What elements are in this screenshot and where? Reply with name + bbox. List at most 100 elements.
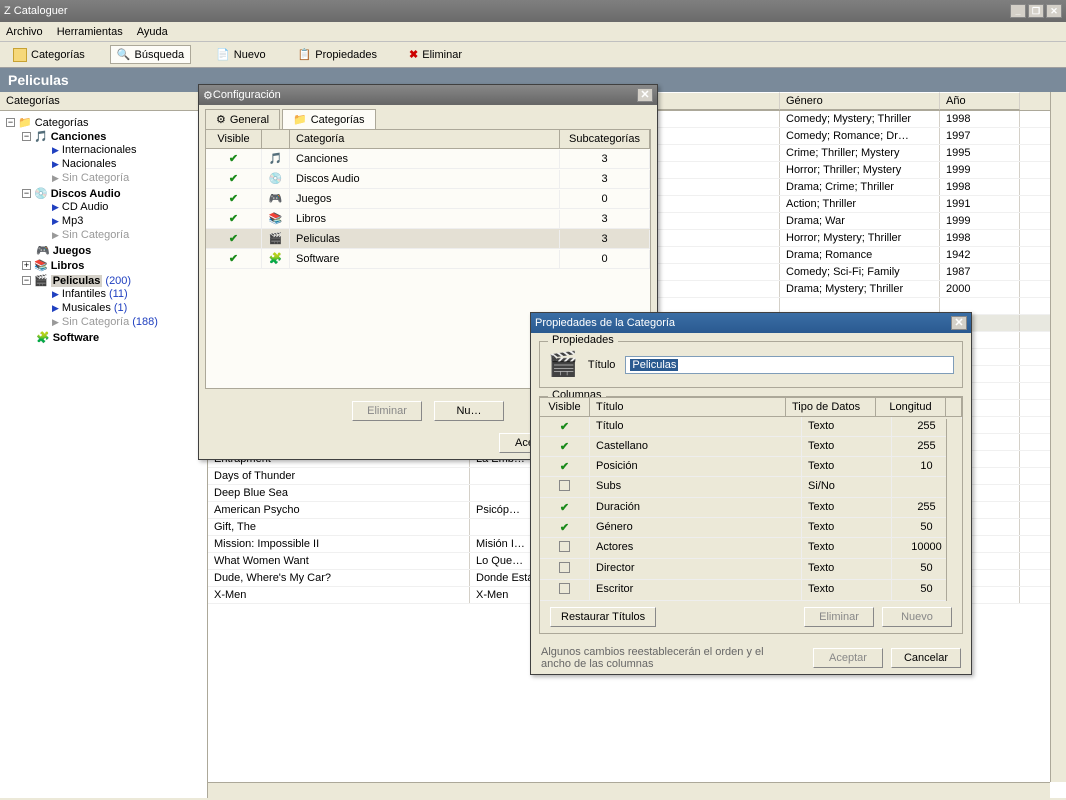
cfg-col-subcategorias[interactable]: Subcategorías bbox=[560, 130, 650, 149]
checkbox-icon[interactable]: ✔ bbox=[229, 213, 238, 225]
column-row[interactable]: SubsSi/No bbox=[540, 477, 962, 498]
cfg-col-categoria[interactable]: Categoría bbox=[290, 130, 560, 149]
col-ano[interactable]: Año bbox=[940, 92, 1020, 110]
checkbox-icon[interactable]: ✔ bbox=[229, 173, 238, 185]
tree-item[interactable]: Sin Categoría bbox=[62, 172, 129, 184]
config-eliminar-button[interactable]: Eliminar bbox=[352, 401, 422, 421]
props-icon: 📋 bbox=[298, 48, 312, 61]
config-dialog-title: Configuración bbox=[213, 89, 637, 101]
config-close-button[interactable]: ✕ bbox=[637, 88, 653, 102]
checkbox-icon[interactable]: ✔ bbox=[229, 253, 238, 265]
menu-ayuda[interactable]: Ayuda bbox=[137, 26, 168, 38]
game-icon: 🎮 bbox=[36, 244, 50, 257]
tree-expander[interactable]: − bbox=[22, 132, 31, 141]
checkbox-icon[interactable] bbox=[559, 562, 570, 573]
tree-expander[interactable]: − bbox=[22, 189, 31, 198]
checkbox-icon[interactable]: ✔ bbox=[560, 522, 569, 534]
checkbox-icon[interactable] bbox=[559, 541, 570, 552]
scrollbar-vertical[interactable] bbox=[1050, 92, 1066, 782]
delete-icon: ✖ bbox=[409, 48, 418, 61]
tree-item[interactable]: CD Audio bbox=[62, 201, 108, 213]
tree-item[interactable]: Musicales bbox=[62, 302, 111, 314]
col-longitud[interactable]: Longitud bbox=[876, 397, 946, 417]
category-tree[interactable]: −📁Categorías −🎵Canciones ▶Internacionale… bbox=[0, 111, 207, 350]
gear-icon: ⚙ bbox=[216, 113, 226, 126]
checkbox-icon[interactable] bbox=[559, 583, 570, 594]
column-row[interactable]: ✔TítuloTexto255 bbox=[540, 417, 962, 437]
tool-eliminar[interactable]: ✖Eliminar bbox=[402, 45, 469, 64]
tree-item[interactable]: Infantiles bbox=[62, 288, 106, 300]
app-icon: 🧩 bbox=[269, 253, 283, 265]
minimize-button[interactable]: _ bbox=[1010, 4, 1026, 18]
column-row[interactable]: DirectorTexto50 bbox=[540, 559, 962, 580]
col-nuevo-button[interactable]: Nuevo bbox=[882, 607, 952, 627]
checkbox-icon[interactable]: ✔ bbox=[229, 193, 238, 205]
tree-item-libros[interactable]: Libros bbox=[51, 260, 85, 272]
tree-item-software[interactable]: Software bbox=[53, 332, 99, 344]
tree-item[interactable]: Nacionales bbox=[62, 158, 116, 170]
tree-item[interactable]: Internacionales bbox=[62, 144, 137, 156]
menu-herramientas[interactable]: Herramientas bbox=[57, 26, 123, 38]
titulo-input[interactable]: Peliculas bbox=[625, 356, 954, 374]
col-titulo[interactable]: Título bbox=[590, 397, 786, 417]
cfg-row[interactable]: ✔💿Discos Audio3 bbox=[206, 169, 650, 189]
cfg-row[interactable]: ✔🎮Juegos0 bbox=[206, 189, 650, 209]
col-tipo[interactable]: Tipo de Datos bbox=[786, 397, 876, 417]
tree-count: (200) bbox=[105, 275, 131, 287]
cfg-row[interactable]: ✔🎵Canciones3 bbox=[206, 149, 650, 169]
tool-busqueda[interactable]: 🔍Búsqueda bbox=[110, 45, 191, 64]
tree-item[interactable]: Sin Categoría bbox=[62, 316, 129, 328]
column-row[interactable]: ✔GéneroTexto50 bbox=[540, 518, 962, 538]
checkbox-icon[interactable]: ✔ bbox=[560, 441, 569, 453]
column-row[interactable]: ✔PosiciónTexto10 bbox=[540, 457, 962, 477]
column-row[interactable]: EscritorTexto50 bbox=[540, 580, 962, 601]
tree-expander[interactable]: + bbox=[22, 261, 31, 270]
app-icon: 🧩 bbox=[36, 331, 50, 344]
column-row[interactable]: ✔CastellanoTexto255 bbox=[540, 437, 962, 457]
checkbox-icon[interactable]: ✔ bbox=[229, 153, 238, 165]
tree-item[interactable]: Sin Categoría bbox=[62, 229, 129, 241]
restore-titles-button[interactable]: Restaurar Títulos bbox=[550, 607, 656, 627]
close-button[interactable]: ✕ bbox=[1046, 4, 1062, 18]
book-icon: 📚 bbox=[34, 259, 48, 272]
checkbox-icon[interactable]: ✔ bbox=[560, 421, 569, 433]
tree-item[interactable]: Mp3 bbox=[62, 215, 83, 227]
checkbox-icon[interactable]: ✔ bbox=[560, 461, 569, 473]
gear-icon: ⚙ bbox=[203, 89, 213, 102]
tree-item-juegos[interactable]: Juegos bbox=[53, 245, 92, 257]
props-cancelar-button[interactable]: Cancelar bbox=[891, 648, 961, 668]
tab-categorias[interactable]: 📁Categorías bbox=[282, 109, 376, 129]
tab-general[interactable]: ⚙General bbox=[205, 109, 280, 129]
column-row[interactable]: ✔DuraciónTexto255 bbox=[540, 498, 962, 518]
tree-item-discos[interactable]: Discos Audio bbox=[51, 188, 121, 200]
checkbox-icon[interactable]: ✔ bbox=[560, 502, 569, 514]
col-eliminar-button[interactable]: Eliminar bbox=[804, 607, 874, 627]
props-close-button[interactable]: ✕ bbox=[951, 316, 967, 330]
tree-item-peliculas[interactable]: Peliculas bbox=[51, 275, 103, 287]
props-scrollbar[interactable] bbox=[946, 419, 962, 601]
tool-nuevo[interactable]: 📄Nuevo bbox=[209, 45, 273, 64]
category-tree-panel: Categorías −📁Categorías −🎵Canciones ▶Int… bbox=[0, 92, 208, 798]
col-visible[interactable]: Visible bbox=[540, 397, 590, 417]
props-dialog-titlebar[interactable]: Propiedades de la Categoría ✕ bbox=[531, 313, 971, 333]
tool-categorias[interactable]: Categorías bbox=[6, 45, 92, 65]
config-nueva-button[interactable]: Nu… bbox=[434, 401, 504, 421]
column-row[interactable]: ActoresTexto10000 bbox=[540, 538, 962, 559]
menu-archivo[interactable]: Archivo bbox=[6, 26, 43, 38]
tree-expander[interactable]: − bbox=[22, 276, 31, 285]
props-aceptar-button[interactable]: Aceptar bbox=[813, 648, 883, 668]
tool-propiedades[interactable]: 📋Propiedades bbox=[291, 45, 384, 64]
cfg-row[interactable]: ✔📚Libros3 bbox=[206, 209, 650, 229]
tree-item-canciones[interactable]: Canciones bbox=[51, 131, 107, 143]
cfg-col-visible[interactable]: Visible bbox=[206, 130, 262, 149]
tree-expander[interactable]: − bbox=[6, 118, 15, 127]
music-icon: 🎵 bbox=[34, 130, 48, 143]
cfg-row[interactable]: ✔🧩Software0 bbox=[206, 249, 650, 269]
scrollbar-horizontal[interactable] bbox=[208, 782, 1050, 798]
config-dialog-titlebar[interactable]: ⚙ Configuración ✕ bbox=[199, 85, 657, 105]
checkbox-icon[interactable] bbox=[559, 480, 570, 491]
checkbox-icon[interactable]: ✔ bbox=[229, 233, 238, 245]
col-genero[interactable]: Género bbox=[780, 92, 940, 110]
cfg-row[interactable]: ✔🎬Peliculas3 bbox=[206, 229, 650, 249]
maximize-button[interactable]: ❐ bbox=[1028, 4, 1044, 18]
